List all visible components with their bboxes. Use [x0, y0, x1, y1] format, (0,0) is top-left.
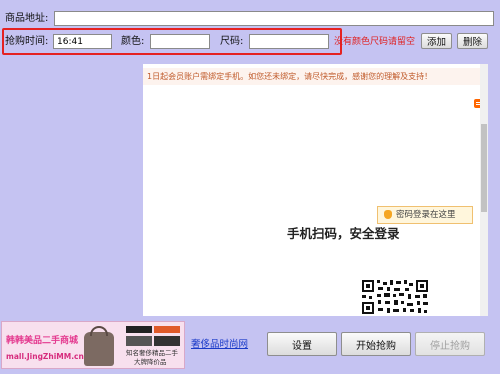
add-button[interactable]: 添加 — [421, 33, 452, 49]
ad-shop-name: 韩韩美品二手商城 — [6, 336, 79, 346]
url-label: 商品地址: — [5, 13, 49, 24]
color-label: 颜色: — [121, 36, 145, 47]
password-login-tip-text: 密码登录在这里 — [396, 210, 456, 220]
color-input[interactable] — [150, 34, 210, 49]
luxury-site-link[interactable]: 奢侈品时尚网 — [191, 339, 248, 351]
brand-logo — [154, 326, 180, 333]
settings-button[interactable]: 设置 — [267, 332, 337, 356]
qr-code-icon — [360, 278, 430, 316]
start-purchase-button[interactable]: 开始抢购 — [341, 332, 411, 356]
size-label: 尺码: — [220, 36, 244, 47]
notice-text: 1日起会员账户需绑定手机。如您还未绑定，请尽快完成，感谢您的理解及支持！ — [147, 72, 433, 81]
web-view[interactable]: 1日起会员账户需绑定手机。如您还未绑定，请尽快完成，感谢您的理解及支持！ 密码登… — [143, 64, 488, 316]
url-input[interactable] — [54, 11, 494, 26]
shield-icon — [384, 210, 392, 219]
ad-banner[interactable]: 韩韩美品二手商城 mall.JingZhiMM.cn 知名奢侈精品二手 大牌降价… — [1, 321, 185, 369]
scan-title: 手机扫码，安全登录 — [287, 226, 400, 241]
brand-logo — [154, 336, 180, 346]
ad-tagline: 大牌降价品 — [134, 358, 167, 366]
handbag-image — [84, 332, 114, 366]
brand-logo — [126, 336, 152, 346]
handbag-strap — [90, 326, 108, 336]
delete-button[interactable]: 删除 — [457, 33, 488, 49]
scrollbar-thumb[interactable] — [481, 124, 487, 212]
stop-purchase-button: 停止抢购 — [415, 332, 485, 356]
ad-tagline: 知名奢侈精品二手 — [126, 349, 178, 357]
time-label: 抢购时间: — [5, 36, 49, 47]
time-input[interactable] — [53, 34, 112, 49]
brand-logo — [126, 326, 152, 333]
size-input[interactable] — [249, 34, 329, 49]
hint-text: 没有颜色尺码请留空 — [334, 37, 416, 47]
ad-shop-url: mall.JingZhiMM.cn — [6, 352, 84, 361]
